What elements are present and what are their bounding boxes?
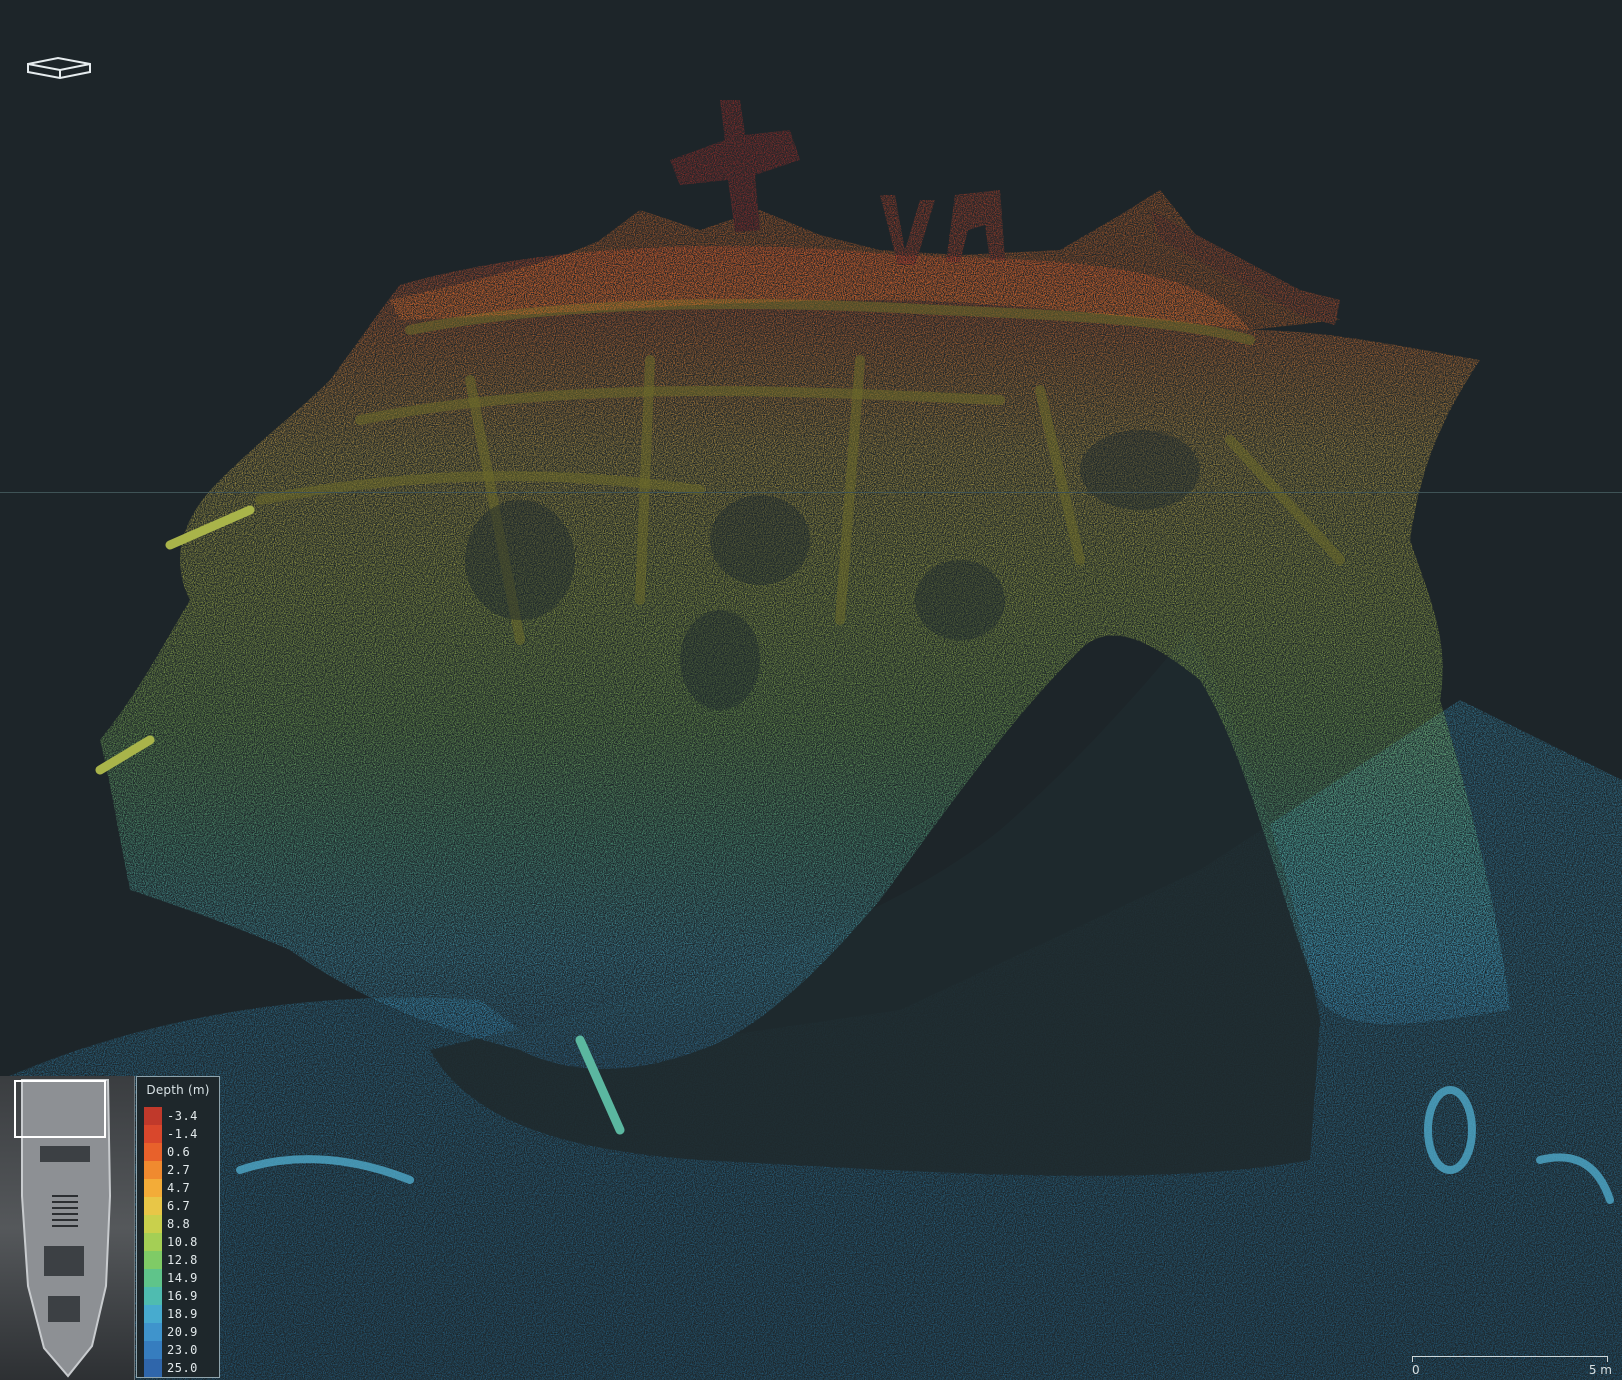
legend-color-ramp [144,1107,162,1377]
deck-structure [390,100,1340,330]
minimap-view-rectangle[interactable] [14,1080,106,1138]
legend-label: 6.7 [167,1199,191,1213]
pointcloud-3d-viewport[interactable] [0,0,1622,1380]
legend-swatch [144,1161,162,1179]
legend-swatch [144,1215,162,1233]
scale-bar-line [1412,1356,1608,1362]
legend-label: 23.0 [167,1343,198,1357]
orientation-box-icon[interactable] [24,54,96,88]
scale-bar: 0 5 m [1404,1354,1616,1380]
legend-label: 10.8 [167,1235,198,1249]
legend-swatch [144,1287,162,1305]
legend-swatch [144,1341,162,1359]
legend-label: 18.9 [167,1307,198,1321]
overview-minimap[interactable] [0,1076,135,1380]
legend-swatch [144,1179,162,1197]
legend-swatch [144,1251,162,1269]
legend-label: -1.4 [167,1127,198,1141]
legend-title: Depth (m) [146,1083,210,1097]
scale-bar-start-label: 0 [1412,1363,1420,1377]
legend-label: 4.7 [167,1181,191,1195]
legend-swatch [144,1269,162,1287]
horizon-reference-line [0,492,1622,493]
legend-label: 25.0 [167,1361,198,1375]
legend-label: 8.8 [167,1217,191,1231]
legend-swatch [144,1107,162,1125]
depth-legend: Depth (m) -3.4 -1.4 0.6 2.7 4.7 6.7 8.8 10.8 12.… [136,1076,220,1378]
legend-swatch [144,1305,162,1323]
legend-label: 2.7 [167,1163,191,1177]
legend-label: 20.9 [167,1325,198,1339]
legend-swatch [144,1359,162,1377]
legend-swatch [144,1233,162,1251]
legend-label: 16.9 [167,1289,198,1303]
legend-label: -3.4 [167,1109,198,1123]
legend-swatch [144,1143,162,1161]
legend-swatch [144,1197,162,1215]
legend-swatch [144,1323,162,1341]
legend-label: 12.8 [167,1253,198,1267]
legend-label: 14.9 [167,1271,198,1285]
legend-swatch [144,1125,162,1143]
legend-labels: -3.4 -1.4 0.6 2.7 4.7 6.7 8.8 10.8 12.8 14.9 16.9 1… [167,1107,219,1377]
scale-bar-end-label: 5 m [1588,1363,1612,1377]
legend-label: 0.6 [167,1145,191,1159]
